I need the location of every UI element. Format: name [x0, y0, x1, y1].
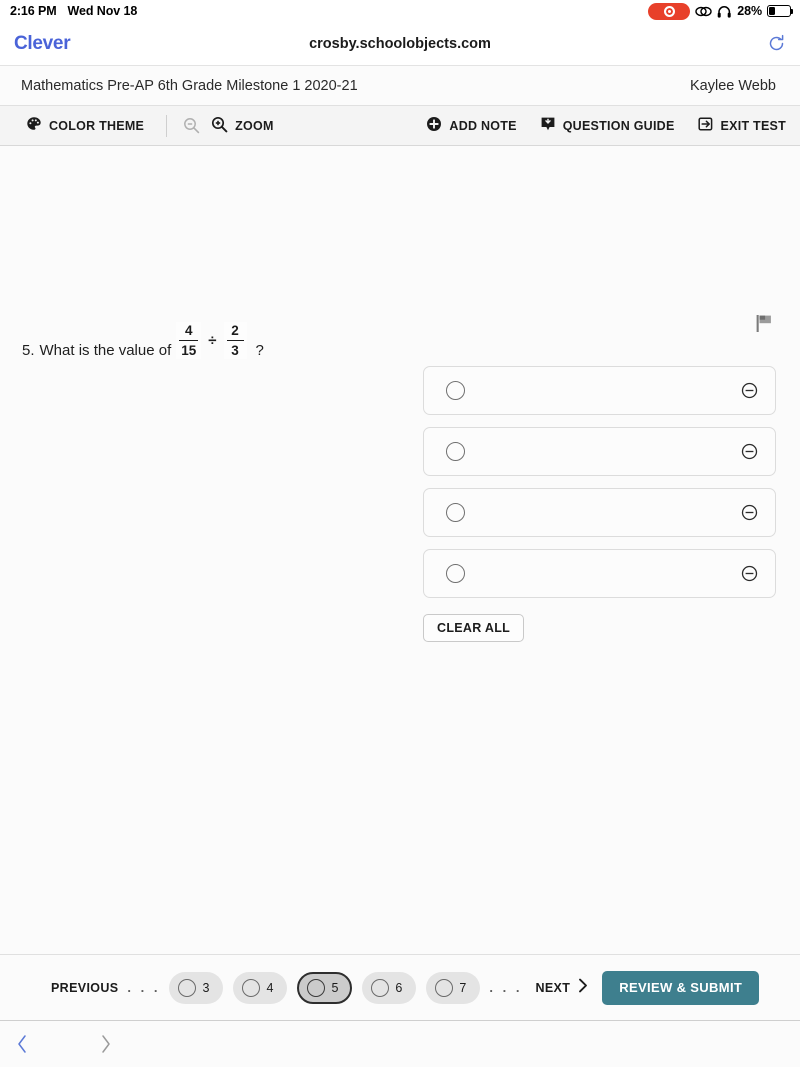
record-icon — [663, 5, 675, 17]
clear-all-button[interactable]: CLEAR ALL — [423, 614, 525, 642]
chevron-left-icon[interactable] — [16, 1034, 29, 1054]
minus-circle-icon[interactable] — [741, 443, 758, 460]
chevron-right-icon — [578, 978, 588, 998]
chip-status-circle — [178, 978, 197, 997]
minus-circle-icon[interactable] — [741, 382, 758, 399]
student-name: Kaylee Webb — [690, 77, 776, 94]
fraction-one: 4 15 — [176, 322, 202, 359]
record-indicator — [648, 2, 691, 20]
chip-number: 7 — [459, 980, 467, 995]
fraction-one-denominator: 15 — [181, 342, 197, 358]
radio-button[interactable] — [446, 381, 465, 400]
zoom-out-icon[interactable] — [183, 117, 200, 134]
headphones-icon — [717, 5, 732, 18]
test-toolbar: COLOR THEME ZOOM ADD NOTE QUESTION GUIDE… — [0, 106, 800, 146]
exit-test-button[interactable]: EXIT TEST — [697, 116, 786, 135]
reload-icon[interactable] — [767, 34, 786, 53]
zoom-label: ZOOM — [235, 118, 274, 133]
chip-status-circle — [435, 978, 454, 997]
test-title: Mathematics Pre-AP 6th Grade Milestone 1… — [21, 77, 358, 94]
answer-choice-row[interactable] — [423, 488, 776, 537]
battery-icon — [767, 5, 794, 17]
question-chip-6[interactable]: 6 — [362, 971, 417, 1004]
address-bar-url[interactable]: crosby.schoolobjects.com — [0, 36, 800, 52]
next-label: NEXT — [535, 980, 571, 995]
color-theme-button[interactable]: COLOR THEME — [26, 116, 144, 135]
flag-icon[interactable] — [755, 314, 773, 338]
toolbar-right-group: ADD NOTE QUESTION GUIDE EXIT TEST — [426, 116, 786, 135]
exit-test-label: EXIT TEST — [720, 118, 786, 133]
question-chip-3[interactable]: 3 — [169, 971, 224, 1004]
color-theme-label: COLOR THEME — [49, 118, 145, 133]
fraction-one-bar — [179, 339, 199, 342]
chip-status-circle — [307, 978, 326, 997]
chevron-right-icon — [99, 1034, 112, 1054]
next-button[interactable]: NEXT — [535, 978, 588, 998]
question-number: 5. — [22, 341, 35, 359]
question-mark: ? — [255, 341, 264, 359]
radio-button[interactable] — [446, 442, 465, 461]
minus-circle-icon[interactable] — [741, 504, 758, 521]
question-chip-list: 3 4 5 6 7 — [169, 971, 481, 1004]
question-guide-button[interactable]: QUESTION GUIDE — [540, 116, 675, 135]
browser-toolbar: Clever crosby.schoolobjects.com — [0, 22, 800, 66]
question-guide-icon — [540, 116, 556, 135]
add-note-button[interactable]: ADD NOTE — [426, 116, 516, 135]
navigation-inner: PREVIOUS . . . 3 4 5 6 7 . . . NEXT REVI… — [0, 970, 790, 1005]
division-operator: ÷ — [208, 331, 217, 349]
answer-choice-row[interactable] — [423, 366, 776, 415]
browser-footer — [0, 1020, 800, 1067]
chip-number: 3 — [202, 980, 210, 995]
plus-circle-icon — [426, 116, 442, 135]
chip-status-circle — [242, 978, 261, 997]
answer-choice-row[interactable] — [423, 427, 776, 476]
question-content-area: 5. What is the value of 4 15 ÷ 2 3 ? CLE… — [0, 146, 800, 954]
add-note-label: ADD NOTE — [449, 118, 517, 133]
zoom-in-icon — [211, 116, 228, 136]
fraction-two-numerator: 2 — [231, 323, 239, 338]
minus-circle-icon[interactable] — [741, 565, 758, 582]
exit-icon — [697, 116, 714, 135]
fraction-two-bar — [226, 339, 244, 342]
palette-icon — [26, 116, 42, 135]
status-date: Wed Nov 18 — [67, 4, 138, 18]
screen-mirroring-icon — [695, 5, 712, 18]
answer-choice-row[interactable] — [423, 549, 776, 598]
ios-status-bar: 2:16 PM Wed Nov 18 28% — [0, 0, 800, 22]
chip-number: 5 — [331, 980, 339, 995]
question-prompt: 5. What is the value of 4 15 ÷ 2 3 ? — [22, 322, 264, 360]
question-text: What is the value of — [39, 341, 172, 359]
ellipsis-right: . . . — [489, 980, 523, 995]
fraction-two: 2 3 — [223, 322, 247, 359]
zoom-controls: ZOOM — [183, 116, 274, 136]
fraction-one-numerator: 4 — [185, 323, 193, 338]
clever-tab-label[interactable]: Clever — [14, 33, 71, 55]
status-right-cluster: 28% — [648, 2, 794, 20]
fraction-two-denominator: 3 — [231, 342, 239, 358]
question-guide-label: QUESTION GUIDE — [562, 118, 675, 133]
test-header: Mathematics Pre-AP 6th Grade Milestone 1… — [0, 66, 800, 106]
radio-button[interactable] — [446, 503, 465, 522]
zoom-in-button[interactable]: ZOOM — [211, 116, 274, 136]
radio-button[interactable] — [446, 564, 465, 583]
question-chip-5[interactable]: 5 — [297, 971, 353, 1004]
question-chip-7[interactable]: 7 — [426, 971, 481, 1004]
question-navigation-bar: PREVIOUS . . . 3 4 5 6 7 . . . NEXT REVI… — [0, 954, 800, 1020]
toolbar-left-group: COLOR THEME ZOOM — [26, 114, 274, 137]
chip-status-circle — [371, 978, 390, 997]
ellipsis-left: . . . — [127, 980, 161, 995]
previous-button[interactable]: PREVIOUS — [51, 981, 118, 995]
toolbar-divider — [166, 114, 168, 137]
review-and-submit-button[interactable]: REVIEW & SUBMIT — [602, 970, 760, 1005]
answer-choice-list: CLEAR ALL — [423, 366, 776, 642]
app-screen: 2:16 PM Wed Nov 18 28% Clever crosby.sch… — [0, 0, 800, 1067]
question-chip-4[interactable]: 4 — [233, 971, 288, 1004]
chip-number: 4 — [266, 980, 274, 995]
status-time: 2:16 PM — [10, 4, 57, 18]
battery-percent: 28% — [737, 4, 762, 18]
math-expression: 4 15 ÷ 2 3 — [176, 322, 247, 359]
chip-number: 6 — [395, 980, 403, 995]
